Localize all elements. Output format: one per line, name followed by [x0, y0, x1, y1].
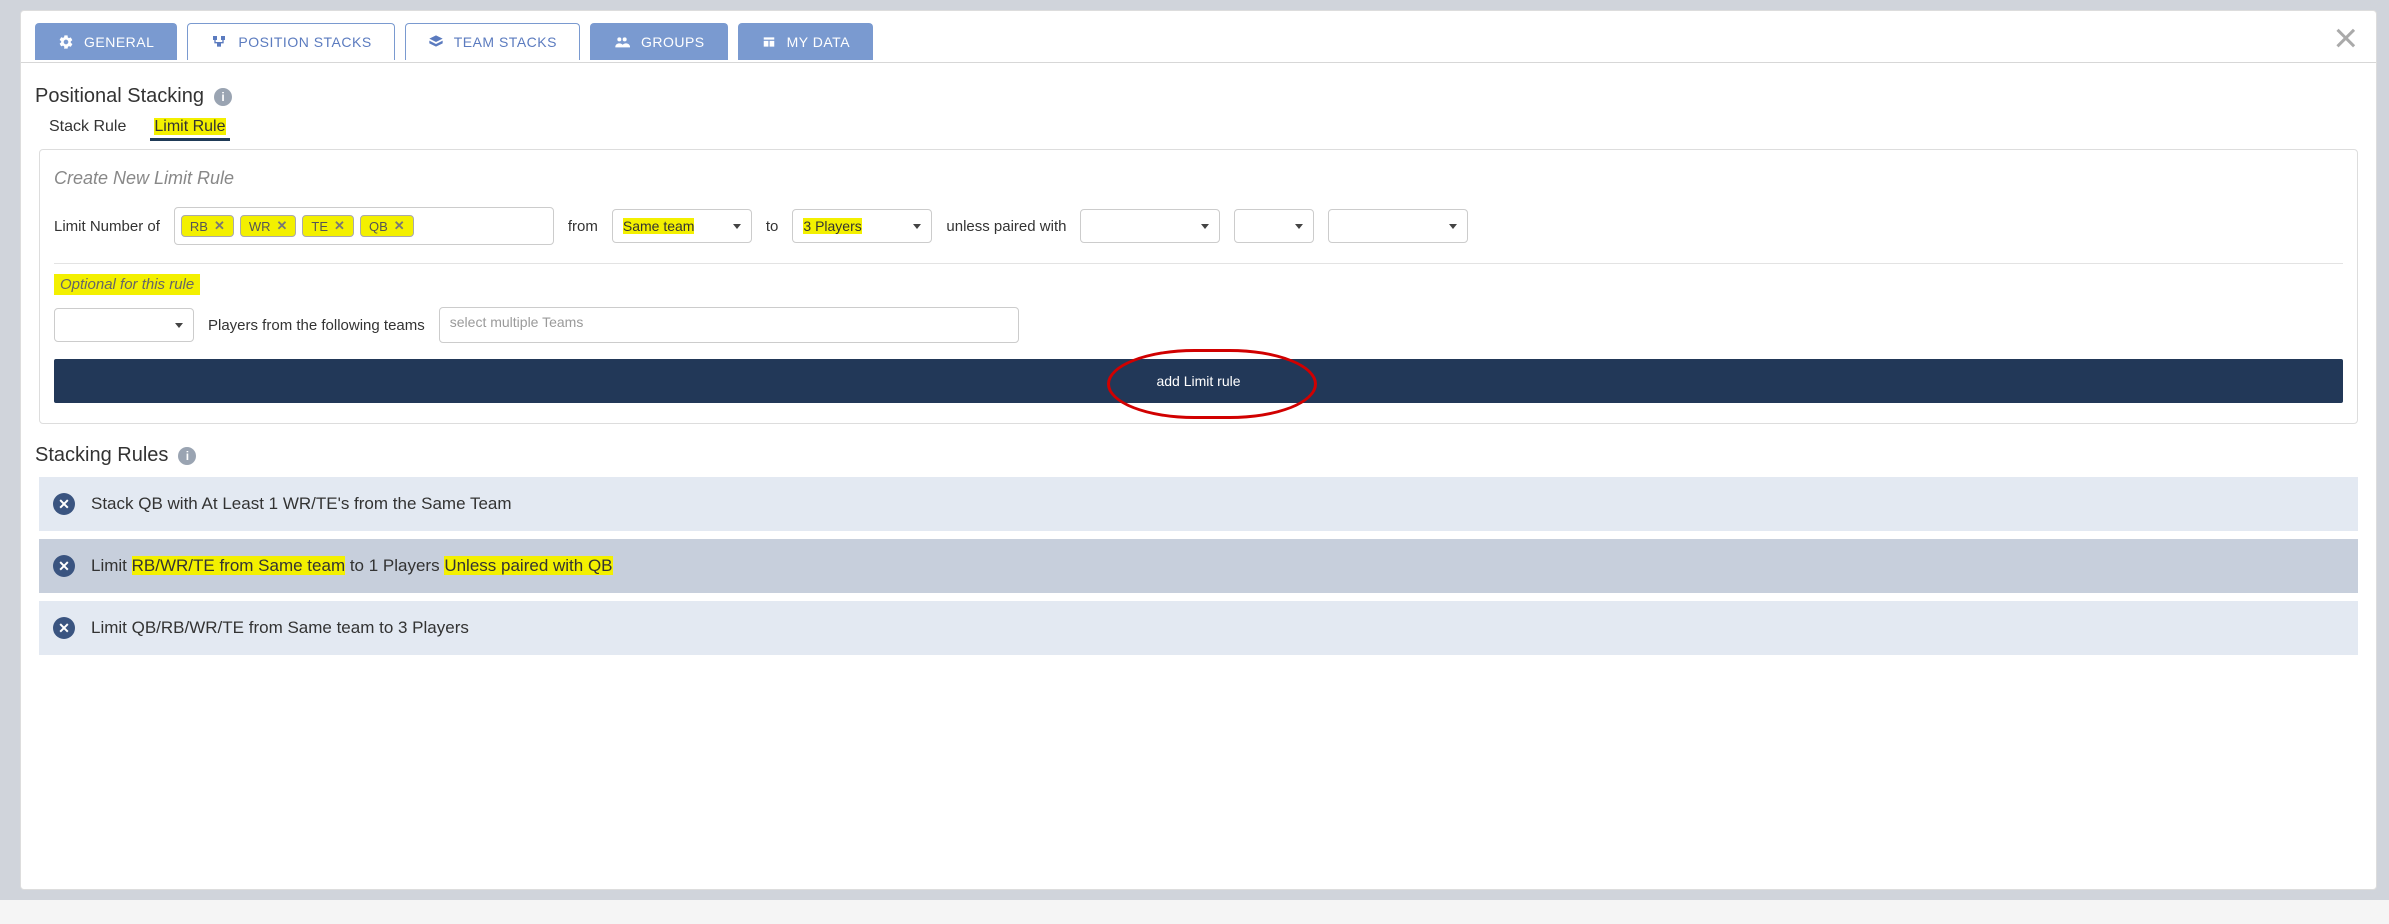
rule-text-hl2: Unless paired with QB: [444, 556, 612, 575]
tag-wr-label: WR: [249, 219, 271, 234]
subtabs: Stack Rule Limit Rule: [45, 116, 2362, 141]
tab-groups-label: GROUPS: [641, 34, 705, 50]
rule-text: Limit QB/RB/WR/TE from Same team to 3 Pl…: [91, 618, 469, 638]
optional-row: Players from the following teams select …: [54, 307, 2343, 343]
rule-text-hl1: RB/WR/TE from Same team: [132, 556, 345, 575]
groups-icon: [613, 34, 631, 50]
tag-te-remove-icon[interactable]: ✕: [334, 218, 345, 234]
rule-item: ✕ Limit QB/RB/WR/TE from Same team to 3 …: [39, 601, 2358, 663]
unless-dropdown-1[interactable]: [1080, 209, 1220, 243]
info-icon[interactable]: i: [178, 447, 196, 465]
rule-text: Limit RB/WR/TE from Same team to 1 Playe…: [91, 556, 613, 576]
rule-item: ✕ Limit RB/WR/TE from Same team to 1 Pla…: [39, 539, 2358, 601]
from-label: from: [568, 218, 598, 235]
rule-text-mid: to 1 Players: [345, 556, 444, 575]
subtab-stack-rule[interactable]: Stack Rule: [45, 116, 130, 141]
chevron-down-icon: [1449, 224, 1457, 229]
tag-qb-label: QB: [369, 219, 388, 234]
limit-row: Limit Number of RB ✕ WR ✕ TE ✕: [54, 207, 2343, 245]
info-icon[interactable]: i: [214, 88, 232, 106]
tag-rb[interactable]: RB ✕: [181, 215, 234, 237]
section-title-text: Positional Stacking: [35, 85, 204, 108]
players-from-label: Players from the following teams: [208, 317, 425, 334]
top-tabs: GENERAL POSITION STACKS TEAM STACKS GROU…: [21, 23, 2376, 63]
tag-rb-label: RB: [190, 219, 208, 234]
add-limit-rule-button[interactable]: add Limit rule: [54, 359, 2343, 403]
to-label: to: [766, 218, 779, 235]
from-dropdown[interactable]: Same team: [612, 209, 752, 243]
chevron-down-icon: [733, 224, 741, 229]
chevron-down-icon: [913, 224, 921, 229]
add-limit-rule-label: add Limit rule: [1156, 373, 1240, 389]
tag-wr[interactable]: WR ✕: [240, 215, 297, 237]
rule-text-pre: Limit: [91, 556, 132, 575]
chevron-down-icon: [175, 323, 183, 328]
optional-dropdown[interactable]: [54, 308, 194, 342]
panel-title: Create New Limit Rule: [54, 168, 2343, 189]
from-value: Same team: [623, 218, 695, 234]
teams-multiselect[interactable]: select multiple Teams: [439, 307, 1019, 343]
tab-team-stacks[interactable]: TEAM STACKS: [405, 23, 580, 60]
teams-placeholder: select multiple Teams: [450, 314, 584, 330]
optional-label: Optional for this rule: [54, 274, 200, 295]
tag-te-label: TE: [311, 219, 328, 234]
table-icon: [761, 35, 777, 49]
rule-item: ✕ Stack QB with At Least 1 WR/TE's from …: [39, 477, 2358, 539]
tab-groups[interactable]: GROUPS: [590, 23, 728, 60]
subtab-stack-label: Stack Rule: [49, 118, 126, 135]
section-title: Positional Stacking i: [35, 85, 2362, 108]
chevron-down-icon: [1201, 224, 1209, 229]
layers-icon: [428, 34, 444, 50]
tag-qb-remove-icon[interactable]: ✕: [394, 218, 405, 234]
tab-team-stacks-label: TEAM STACKS: [454, 34, 557, 50]
rules-header-row: Stacking Rules i: [35, 444, 2362, 467]
tab-position-stacks[interactable]: POSITION STACKS: [187, 23, 394, 60]
tag-qb[interactable]: QB ✕: [360, 215, 414, 237]
tab-my-data[interactable]: MY DATA: [738, 23, 873, 60]
unless-dropdown-2[interactable]: [1234, 209, 1314, 243]
to-value: 3 Players: [803, 218, 861, 234]
delete-rule-icon[interactable]: ✕: [53, 555, 75, 577]
close-icon[interactable]: ×: [2333, 17, 2358, 59]
tab-general[interactable]: GENERAL: [35, 23, 177, 60]
tab-my-data-label: MY DATA: [787, 34, 850, 50]
tag-rb-remove-icon[interactable]: ✕: [214, 218, 225, 234]
tab-position-stacks-label: POSITION STACKS: [238, 34, 371, 50]
tag-te[interactable]: TE ✕: [302, 215, 354, 237]
gear-icon: [58, 34, 74, 50]
position-icon: [210, 34, 228, 50]
rule-text: Stack QB with At Least 1 WR/TE's from th…: [91, 494, 512, 514]
unless-dropdown-3[interactable]: [1328, 209, 1468, 243]
tag-wr-remove-icon[interactable]: ✕: [277, 218, 288, 234]
to-dropdown[interactable]: 3 Players: [792, 209, 932, 243]
limit-number-label: Limit Number of: [54, 218, 160, 235]
delete-rule-icon[interactable]: ✕: [53, 493, 75, 515]
separator: [54, 263, 2343, 264]
create-rule-panel: Create New Limit Rule Limit Number of RB…: [39, 149, 2358, 424]
chevron-down-icon: [1295, 224, 1303, 229]
delete-rule-icon[interactable]: ✕: [53, 617, 75, 639]
rules-header: Stacking Rules: [35, 444, 168, 467]
rules-list: ✕ Stack QB with At Least 1 WR/TE's from …: [39, 477, 2358, 663]
subtab-limit-rule[interactable]: Limit Rule: [150, 116, 229, 141]
subtab-limit-label: Limit Rule: [154, 118, 225, 135]
modal-container: × GENERAL POSITION STACKS TEAM STACKS GR…: [20, 10, 2377, 890]
unless-label: unless paired with: [946, 218, 1066, 235]
positions-input[interactable]: RB ✕ WR ✕ TE ✕ QB ✕: [174, 207, 554, 245]
tab-general-label: GENERAL: [84, 34, 154, 50]
